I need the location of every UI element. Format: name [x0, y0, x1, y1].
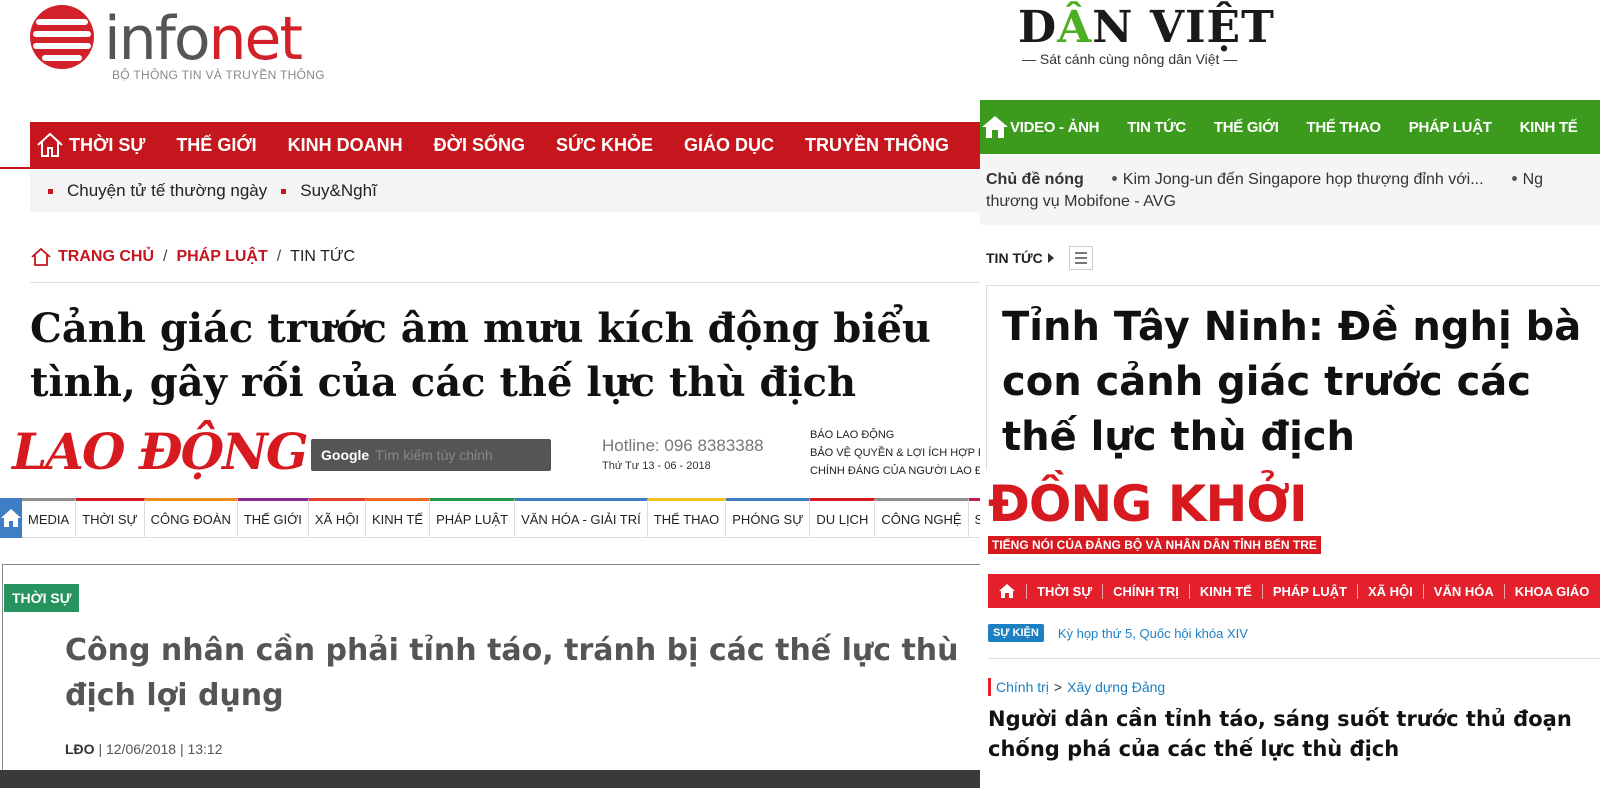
- infonet-subnav-item[interactable]: Suy&Nghĩ: [281, 181, 377, 201]
- laodong-nav-item[interactable]: PHÓNG SỰ: [726, 497, 811, 538]
- laodong-panel: LAO ĐỘNG Google Tìm kiếm tùy chỉnh Hotli…: [0, 418, 980, 788]
- dongkhoi-nav-phap-luat[interactable]: PHÁP LUẬT: [1261, 583, 1357, 599]
- laodong-about: BÁO LAO ĐỘNG BẢO VỆ QUYỀN & LỢI ÍCH HỢP …: [810, 429, 980, 477]
- laodong-main-nav: MEDIA THỜI SỰ CÔNG ĐOÀN THẾ GIỚI XÃ HỘI KINH …: [0, 497, 980, 538]
- dongkhoi-panel: ĐỒNG KHỞI TIẾNG NÓI CỦA ĐẢNG BỘ VÀ NHÂN …: [980, 470, 1600, 788]
- dongkhoi-nav-van-hoa[interactable]: VĂN HÓA: [1422, 583, 1504, 599]
- breadcrumb-home-link[interactable]: TRANG CHỦ: [58, 248, 154, 266]
- infonet-nav-the-gioi[interactable]: THẾ GIỚI: [176, 135, 256, 156]
- divider: [30, 282, 980, 283]
- hot-topic-link[interactable]: Ng: [1523, 171, 1543, 188]
- danviet-nav-kinh-te[interactable]: KINH TẾ: [1520, 119, 1578, 136]
- laodong-nav-item[interactable]: XÃ HỘI: [308, 497, 366, 538]
- infonet-nav-kinh-doanh[interactable]: KINH DOANH: [288, 135, 403, 156]
- dongkhoi-nav-xa-hoi[interactable]: XÃ HỘI: [1356, 583, 1423, 599]
- infonet-nav-giao-duc[interactable]: GIÁO DỤC: [684, 135, 774, 156]
- bullet-dot-icon: [1111, 176, 1117, 181]
- hot-topics-label: Chủ đề nóng: [986, 171, 1084, 188]
- section-label[interactable]: TIN TỨC: [986, 250, 1043, 266]
- laodong-nav-item[interactable]: THẾ GIỚI: [237, 497, 309, 538]
- infonet-tagline: BỘ THÔNG TIN VÀ TRUYỀN THÔNG: [112, 68, 325, 82]
- laodong-nav-item[interactable]: DU LỊCH: [810, 497, 876, 538]
- search-placeholder: Tìm kiếm tùy chỉnh: [375, 447, 493, 463]
- danviet-headline: Tỉnh Tây Ninh: Đề nghị bà con cảnh giác …: [1002, 304, 1582, 460]
- infonet-globe-icon: [30, 5, 94, 69]
- dongkhoi-nav-kinh-te[interactable]: KINH TẾ: [1188, 583, 1262, 599]
- dongkhoi-main-nav: THỜI SỰ CHÍNH TRỊ KINH TẾ PHÁP LUẬT XÃ H…: [988, 574, 1600, 608]
- infonet-nav-underline: [0, 167, 980, 169]
- laodong-nav-item[interactable]: VĂN HÓA - GIẢI TRÍ: [515, 497, 648, 538]
- dongkhoi-nav-khoa-giao[interactable]: KHOA GIÁO: [1503, 583, 1600, 599]
- infonet-wordmark: infonet: [104, 4, 303, 74]
- current-date: Thứ Tư 13 - 06 - 2018: [602, 460, 711, 472]
- breadcrumb-current[interactable]: TIN TỨC: [290, 248, 355, 266]
- dongkhoi-home-icon[interactable]: [988, 583, 1026, 599]
- infonet-main-nav: THỜI SỰ THẾ GIỚI KINH DOANH ĐỜI SỐNG SỨC…: [30, 122, 980, 168]
- hotline: Hotline: 096 8383388: [602, 436, 764, 455]
- breadcrumb-subcategory-link[interactable]: Xây dựng Đảng: [1067, 679, 1165, 695]
- bullet-square-icon: [48, 188, 53, 194]
- danviet-nav-phap-luat[interactable]: PHÁP LUẬT: [1409, 119, 1492, 136]
- infonet-nav-doi-song[interactable]: ĐỜI SỐNG: [434, 135, 525, 156]
- dongkhoi-breadcrumb: Chính trị > Xây dựng Đảng: [988, 678, 1165, 696]
- event-row: SỰ KIỆN Kỳ họp thứ 5, Quốc hội khóa XIV: [988, 624, 1248, 642]
- dongkhoi-nav-chinh-tri[interactable]: CHÍNH TRỊ: [1102, 583, 1189, 599]
- laodong-headline: Công nhân cần phải tỉnh táo, tránh bị cá…: [65, 633, 959, 713]
- danviet-slogan: — Sát cánh cùng nông dân Việt —: [1022, 51, 1238, 67]
- infonet-subnav-item[interactable]: Chuyện tử tế thường ngày: [48, 181, 267, 201]
- danviet-nav-the-thao[interactable]: THỂ THAO: [1306, 119, 1381, 136]
- laodong-nav-item[interactable]: KINH TẾ: [366, 497, 431, 538]
- byline: LĐO: [65, 741, 95, 757]
- caret-right-icon: [1047, 253, 1054, 263]
- infonet-breadcrumb: TRANG CHỦ / PHÁP LUẬT / TIN TỨC: [30, 247, 355, 267]
- danviet-logo[interactable]: DÂN VIỆT: [1018, 2, 1275, 53]
- google-brand: Google: [321, 447, 370, 463]
- laodong-nav-item[interactable]: THỂ THAO: [647, 497, 727, 538]
- laodong-nav-item[interactable]: PHÁP LUẬT: [430, 497, 516, 538]
- event-badge: SỰ KIỆN: [988, 624, 1044, 642]
- hot-topic-link[interactable]: Kim Jong-un đến Singapore họp thượng đỉn…: [1123, 171, 1484, 188]
- divider: [988, 658, 1600, 659]
- laodong-nav-item[interactable]: SỨC KHỎE: [968, 497, 980, 538]
- laodong-nav-item[interactable]: THỜI SỰ: [76, 497, 145, 538]
- bullet-dot-icon: [1511, 176, 1517, 181]
- danviet-nav-video-anh[interactable]: VIDEO - ẢNH: [1010, 119, 1100, 136]
- home-outline-icon[interactable]: [30, 247, 52, 267]
- laodong-nav-item[interactable]: CÔNG ĐOÀN: [144, 497, 238, 538]
- danviet-hot-topics: Chủ đề nóng Kim Jong-un đến Singapore họp…: [980, 155, 1600, 225]
- laodong-logo[interactable]: LAO ĐỘNG: [12, 424, 309, 480]
- article-meta: LĐO | 12/06/2018 | 13:12: [65, 741, 223, 757]
- infonet-nav-truyen-thong[interactable]: TRUYỀN THÔNG: [805, 135, 949, 156]
- image-strip: [0, 770, 980, 788]
- dongkhoi-logo[interactable]: ĐỒNG KHỞI: [988, 474, 1308, 534]
- breadcrumb-category-link[interactable]: PHÁP LUẬT: [176, 248, 267, 266]
- hot-topic-link[interactable]: thương vụ Mobifone - AVG: [986, 193, 1176, 210]
- danviet-panel: DÂN VIỆT — Sát cánh cùng nông dân Việt —…: [980, 0, 1600, 470]
- dongkhoi-tagline: TIẾNG NÓI CỦA ĐẢNG BỘ VÀ NHÂN DÂN TỈNH B…: [988, 536, 1321, 554]
- infonet-logo[interactable]: infonet: [30, 4, 303, 74]
- infonet-headline: Cảnh giác trước âm mưu kích động biểu tì…: [30, 305, 931, 406]
- danviet-nav-tin-tuc[interactable]: TIN TỨC: [1127, 119, 1186, 136]
- laodong-nav-item[interactable]: MEDIA: [22, 497, 77, 538]
- category-tag[interactable]: THỜI SỰ: [4, 584, 80, 612]
- laodong-nav-item[interactable]: CÔNG NGHỆ: [875, 497, 969, 538]
- hamburger-menu-icon[interactable]: [1068, 246, 1093, 270]
- infonet-home-icon[interactable]: [30, 122, 69, 168]
- infonet-nav-thoi-su[interactable]: THỜI SỰ: [69, 135, 145, 156]
- search-input[interactable]: Google Tìm kiếm tùy chỉnh: [311, 439, 551, 471]
- danviet-section-row: TIN TỨC: [986, 246, 1093, 270]
- timestamp: | 12/06/2018 | 13:12: [98, 741, 223, 757]
- infonet-nav-suc-khoe[interactable]: SỨC KHỎE: [556, 135, 653, 156]
- infonet-subnav: Chuyện tử tế thường ngày Suy&Nghĩ: [30, 170, 980, 212]
- danviet-nav-the-gioi[interactable]: THẾ GIỚI: [1214, 119, 1279, 136]
- event-link[interactable]: Kỳ họp thứ 5, Quốc hội khóa XIV: [1058, 626, 1248, 641]
- laodong-home-icon[interactable]: [0, 497, 22, 538]
- dongkhoi-headline: Người dân cần tỉnh táo, sáng suốt trước …: [988, 707, 1572, 761]
- danviet-main-nav: VIDEO - ẢNH TIN TỨC THẾ GIỚI THỂ THAO PH…: [980, 100, 1600, 154]
- danviet-home-icon[interactable]: [980, 114, 1010, 140]
- dongkhoi-nav-thoi-su[interactable]: THỜI SỰ: [1026, 583, 1102, 599]
- bullet-square-icon: [281, 188, 287, 194]
- infonet-panel: infonet BỘ THÔNG TIN VÀ TRUYỀN THÔNG THỜ…: [0, 0, 980, 418]
- breadcrumb-category-link[interactable]: Chính trị: [996, 679, 1049, 695]
